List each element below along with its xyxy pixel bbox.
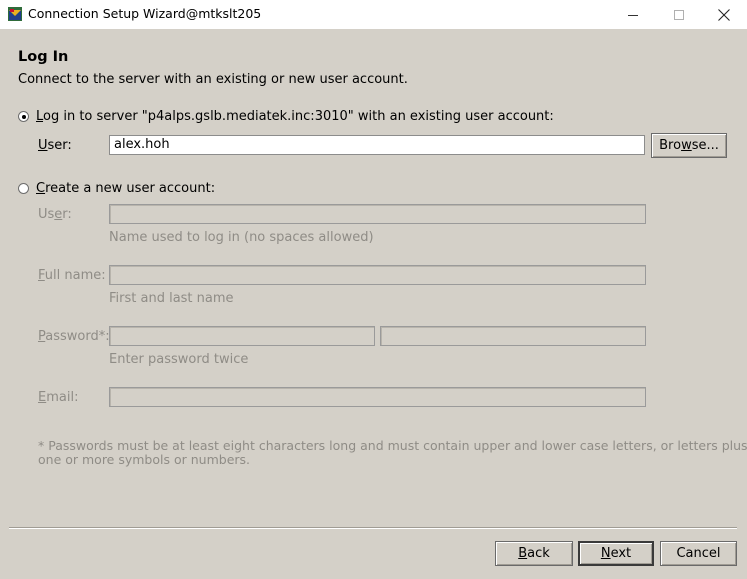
close-icon: [718, 8, 730, 21]
title-bar: Connection Setup Wizard@mtkslt205: [0, 0, 747, 29]
password-footnote-line1: * Passwords must be at least eight chara…: [38, 438, 747, 453]
create-user-mnemonic: C: [36, 181, 46, 196]
new-user-label-text-1: Us: [38, 207, 55, 222]
maximize-icon: [674, 9, 684, 20]
next-button[interactable]: Next: [578, 541, 654, 566]
browse-mnemonic: w: [681, 138, 692, 153]
password-label-text: assword*:: [45, 329, 110, 344]
user-input[interactable]: alex.hoh: [109, 135, 645, 155]
user-label: User:: [38, 138, 72, 153]
next-mnemonic: N: [600, 546, 611, 561]
email-mnemonic: E: [38, 390, 47, 405]
new-user-input: [109, 204, 646, 224]
existing-user-radio[interactable]: [18, 111, 29, 122]
minimize-button[interactable]: [610, 0, 656, 29]
password-input: [109, 326, 375, 346]
full-name-hint: First and last name: [109, 291, 234, 306]
existing-user-radio-label[interactable]: Log in to server "p4alps.gslb.mediatek.i…: [36, 109, 554, 124]
browse-text-1: Bro: [659, 138, 682, 153]
wizard-content: Log In Connect to the server with an exi…: [0, 29, 747, 579]
new-user-hint: Name used to log in (no spaces allowed): [109, 230, 374, 245]
button-separator: [9, 527, 737, 529]
email-input: [109, 387, 646, 407]
existing-user-label-text: og in to server "p4alps.gslb.mediatek.in…: [43, 109, 554, 124]
existing-user-mnemonic: L: [36, 109, 44, 124]
back-mnemonic: B: [518, 546, 528, 561]
new-user-label: User:: [38, 207, 72, 222]
email-label-text: mail:: [46, 390, 79, 405]
minimize-icon: [628, 14, 638, 16]
password-confirm-input: [380, 326, 646, 346]
back-button[interactable]: Back: [495, 541, 573, 566]
create-user-label-text: reate a new user account:: [45, 181, 216, 196]
create-user-radio-label[interactable]: Create a new user account:: [36, 181, 215, 196]
password-label: Password*:: [38, 329, 110, 344]
user-label-mnemonic: U: [38, 138, 48, 153]
cancel-button[interactable]: Cancel: [660, 541, 737, 566]
user-label-text: ser:: [47, 138, 72, 153]
full-name-mnemonic: F: [38, 268, 45, 283]
browse-button[interactable]: Bro w se...: [651, 133, 727, 158]
full-name-input: [109, 265, 646, 285]
back-text: ack: [527, 546, 550, 561]
page-subtitle: Connect to the server with an existing o…: [18, 72, 408, 87]
maximize-button[interactable]: [656, 0, 702, 29]
full-name-label: Full name:: [38, 268, 106, 283]
new-user-label-text-2: r:: [62, 207, 72, 222]
email-label: Email:: [38, 390, 78, 405]
page-heading: Log In: [18, 49, 69, 65]
close-button[interactable]: [701, 0, 747, 29]
create-user-radio[interactable]: [18, 183, 29, 194]
password-footnote-line2: one or more symbols or numbers.: [38, 452, 251, 467]
next-text: ext: [610, 546, 632, 561]
full-name-label-text: ull name:: [44, 268, 106, 283]
password-hint: Enter password twice: [109, 352, 249, 367]
browse-text-2: se...: [691, 138, 719, 153]
window-title: Connection Setup Wizard@mtkslt205: [28, 6, 262, 21]
p4v-app-icon: [8, 7, 22, 21]
